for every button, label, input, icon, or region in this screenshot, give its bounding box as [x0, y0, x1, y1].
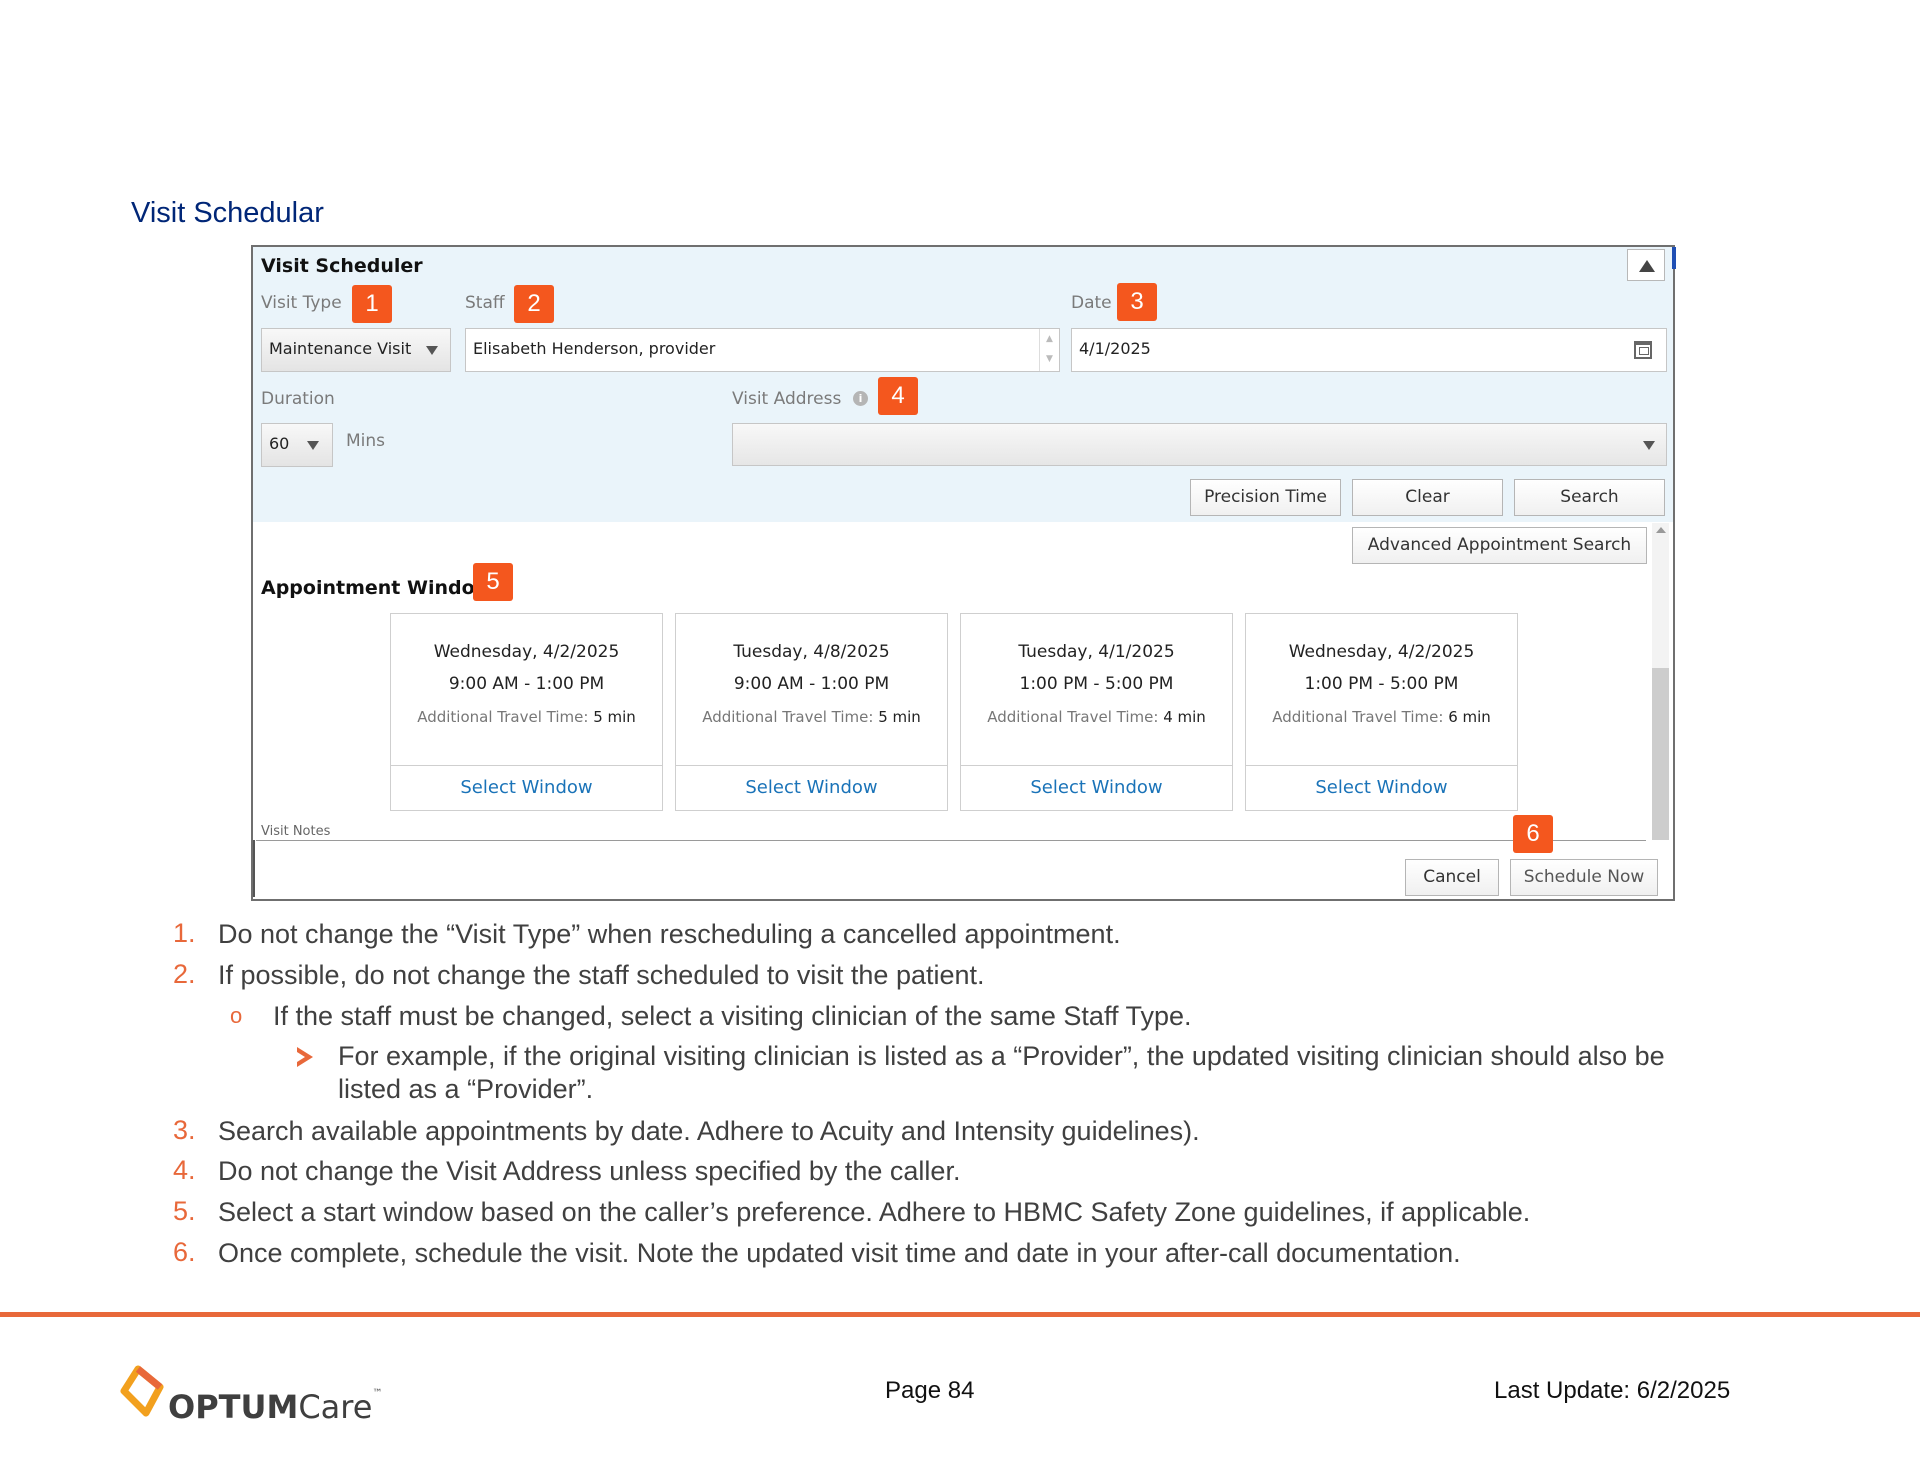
sub-bullet: If the staff must be changed, select a v…: [273, 1001, 1192, 1031]
staff-label: Staff: [465, 293, 505, 313]
appointment-window-card: Tuesday, 4/1/2025 1:00 PM - 5:00 PM Addi…: [960, 613, 1233, 811]
travel-time-value: 6 min: [1448, 708, 1491, 726]
date-label: Date: [1071, 293, 1112, 313]
travel-time-label: Additional Travel Time:: [702, 708, 874, 726]
logo-care: Care: [298, 1388, 373, 1426]
instruction-item: If possible, do not change the staff sch…: [218, 960, 985, 990]
circle-bullet-icon: o: [230, 1003, 243, 1028]
logo-tm: ™: [372, 1388, 383, 1399]
travel-time-value: 4 min: [1163, 708, 1206, 726]
list-number: 2.: [173, 959, 196, 989]
instruction-item: Search available appointments by date. A…: [218, 1116, 1200, 1146]
duration-label: Duration: [261, 389, 335, 409]
schedule-now-button[interactable]: Schedule Now: [1510, 859, 1658, 896]
appointment-window-card: Wednesday, 4/2/2025 1:00 PM - 5:00 PM Ad…: [1245, 613, 1518, 811]
chevron-down-icon: [1643, 441, 1655, 450]
scroll-up-icon[interactable]: [1656, 527, 1666, 533]
duration-select[interactable]: 60: [261, 423, 333, 467]
window-time: 1:00 PM - 5:00 PM: [1019, 674, 1174, 694]
sub-sub-bullet-line1: For example, if the original visiting cl…: [338, 1041, 1665, 1071]
advanced-appointment-search-button[interactable]: Advanced Appointment Search: [1352, 527, 1647, 564]
footer-divider: [0, 1312, 1920, 1317]
arrow-bullet-icon: [297, 1047, 313, 1067]
callout-badge-1: 1: [352, 285, 392, 323]
scroll-thumb[interactable]: [1652, 668, 1669, 840]
travel-time: Additional Travel Time: 5 min: [391, 708, 662, 726]
list-number: 1.: [173, 918, 196, 948]
appointment-window-card: Wednesday, 4/2/2025 9:00 AM - 1:00 PM Ad…: [390, 613, 663, 811]
callout-badge-3: 3: [1117, 283, 1157, 321]
spinner-icon[interactable]: ▲ ▼: [1039, 329, 1059, 371]
callout-badge-4: 4: [878, 377, 918, 415]
window-date: Wednesday, 4/2/2025: [1288, 642, 1475, 662]
chevron-down-icon: [426, 346, 438, 355]
window-time: 9:00 AM - 1:00 PM: [733, 674, 890, 694]
travel-time-label: Additional Travel Time:: [1272, 708, 1444, 726]
visit-address-select[interactable]: [732, 423, 1667, 466]
visit-type-select[interactable]: Maintenance Visit: [261, 328, 451, 372]
travel-time-value: 5 min: [593, 708, 636, 726]
appointment-window-card: Tuesday, 4/8/2025 9:00 AM - 1:00 PM Addi…: [675, 613, 948, 811]
cancel-button[interactable]: Cancel: [1405, 859, 1499, 896]
duration-value: 60: [269, 434, 290, 453]
visit-notes-label: Visit Notes: [261, 824, 331, 839]
date-field[interactable]: 4/1/2025: [1071, 328, 1667, 372]
window-date: Wednesday, 4/2/2025: [433, 642, 620, 662]
staff-field[interactable]: Elisabeth Henderson, provider ▲ ▼: [465, 328, 1060, 372]
list-number: 5.: [173, 1196, 196, 1226]
callout-badge-5: 5: [473, 563, 513, 601]
appointment-window-title: Appointment Window: [261, 577, 493, 599]
visit-notes-field[interactable]: [253, 840, 255, 897]
window-date: Tuesday, 4/1/2025: [1018, 642, 1175, 662]
duration-unit: Mins: [346, 431, 386, 451]
logo-wordmark: OPTUMCare™: [168, 1388, 382, 1426]
visit-type-value: Maintenance Visit: [269, 339, 412, 358]
chevron-down-icon: [307, 441, 319, 450]
scheduler-title: Visit Scheduler: [261, 255, 423, 277]
visit-type-label: Visit Type: [261, 293, 342, 313]
precision-time-button[interactable]: Precision Time: [1190, 479, 1341, 516]
instruction-item: Select a start window based on the calle…: [218, 1197, 1531, 1227]
travel-time: Additional Travel Time: 6 min: [1246, 708, 1517, 726]
date-value: 4/1/2025: [1079, 339, 1151, 358]
last-update: Last Update: 6/2/2025: [1494, 1377, 1731, 1404]
sub-sub-bullet-line2: listed as a “Provider”.: [338, 1074, 594, 1104]
info-icon[interactable]: i: [853, 391, 868, 406]
window-time: 1:00 PM - 5:00 PM: [1304, 674, 1459, 694]
collapse-button[interactable]: [1627, 249, 1665, 281]
clear-button[interactable]: Clear: [1352, 479, 1503, 516]
callout-badge-2: 2: [514, 285, 554, 323]
travel-time-label: Additional Travel Time:: [987, 708, 1159, 726]
travel-time: Additional Travel Time: 5 min: [676, 708, 947, 726]
callout-badge-6: 6: [1513, 815, 1553, 853]
instruction-item: Do not change the “Visit Type” when resc…: [218, 919, 1121, 949]
select-window-button[interactable]: Select Window: [676, 765, 947, 810]
select-window-button[interactable]: Select Window: [1246, 765, 1517, 810]
visit-scheduler-panel: Visit Scheduler Visit Type 1 Staff 2 Dat…: [251, 245, 1676, 901]
travel-time: Additional Travel Time: 4 min: [961, 708, 1232, 726]
list-number: 4.: [173, 1155, 196, 1185]
window-date: Tuesday, 4/8/2025: [733, 642, 890, 662]
select-window-button[interactable]: Select Window: [961, 765, 1232, 810]
search-button[interactable]: Search: [1514, 479, 1665, 516]
optum-logo-icon: [120, 1365, 164, 1417]
travel-time-label: Additional Travel Time:: [417, 708, 589, 726]
window-edge: [1672, 247, 1676, 269]
instruction-item: Once complete, schedule the visit. Note …: [218, 1238, 1461, 1268]
page-number: Page 84: [885, 1377, 975, 1404]
scrollbar[interactable]: [1652, 523, 1669, 840]
staff-value: Elisabeth Henderson, provider: [473, 339, 716, 358]
calendar-icon[interactable]: [1634, 341, 1652, 359]
window-time: 9:00 AM - 1:00 PM: [448, 674, 605, 694]
travel-time-value: 5 min: [878, 708, 921, 726]
visit-address-label: Visit Address: [732, 389, 842, 409]
instruction-item: Do not change the Visit Address unless s…: [218, 1156, 961, 1186]
list-number: 3.: [173, 1115, 196, 1145]
list-number: 6.: [173, 1237, 196, 1267]
section-title: Visit Schedular: [131, 197, 324, 229]
divider: [256, 840, 1646, 841]
select-window-button[interactable]: Select Window: [391, 765, 662, 810]
logo-optum: OPTUM: [168, 1388, 299, 1426]
